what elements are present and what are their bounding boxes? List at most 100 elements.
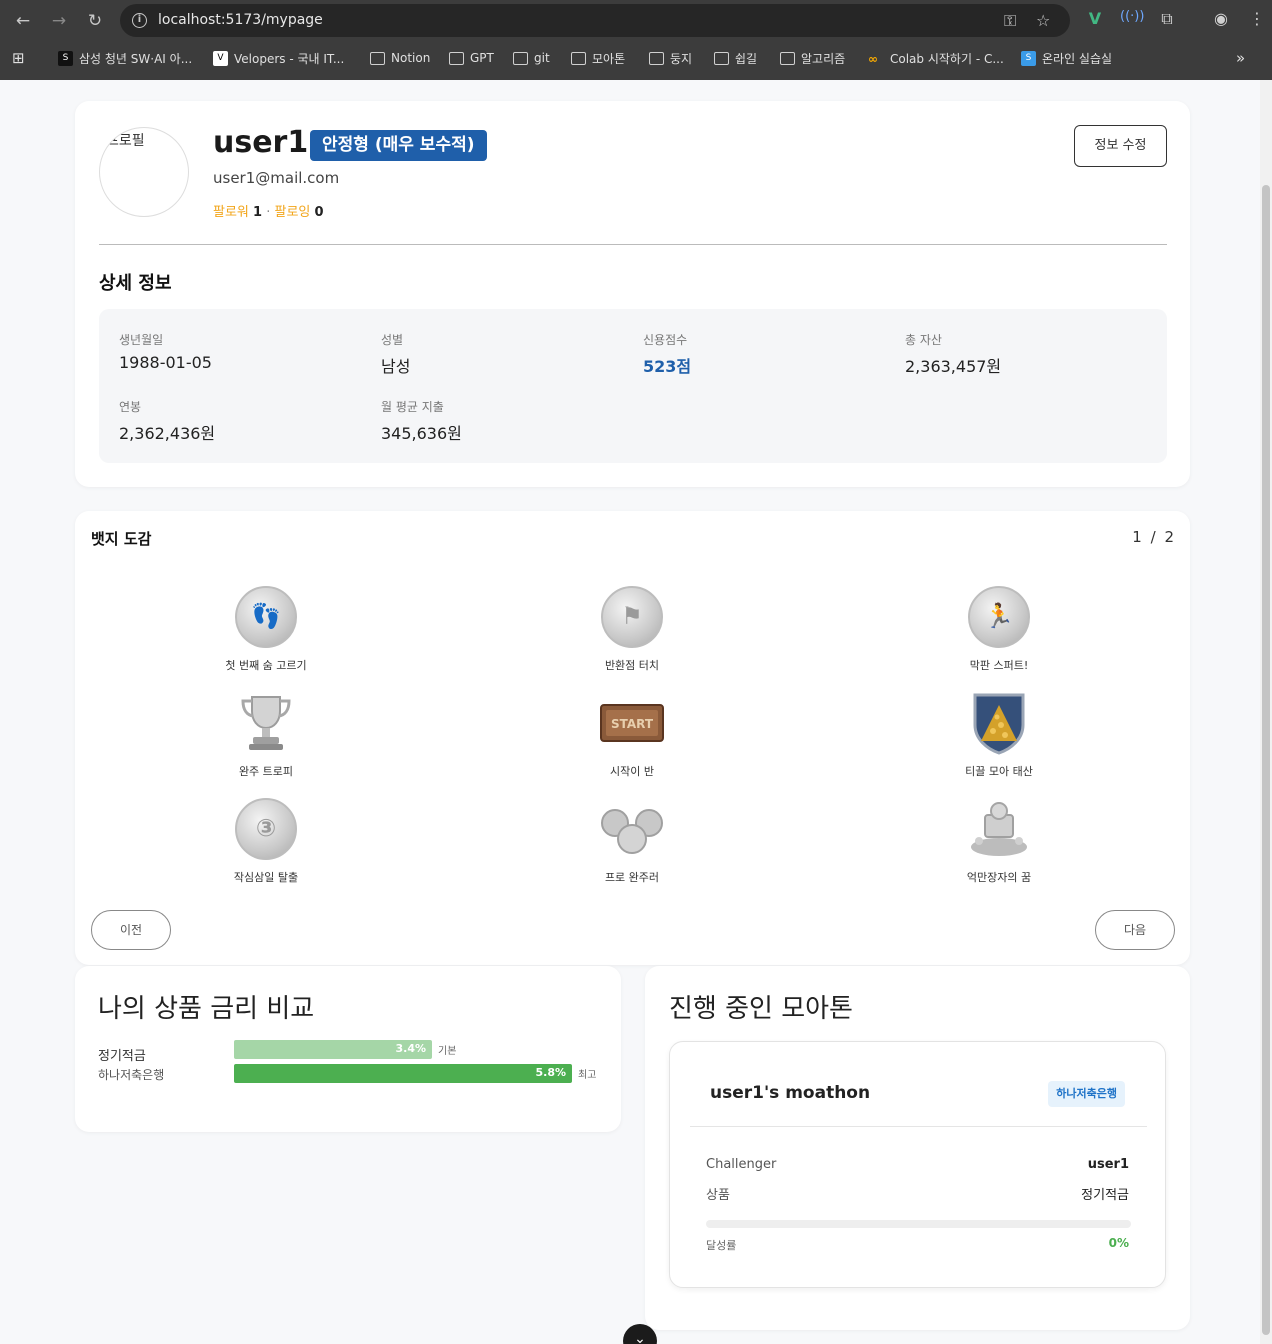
badge-next-button[interactable]: 다음 (1095, 910, 1175, 950)
password-key-icon[interactable]: ⚿ (1004, 11, 1016, 31)
badge-name: 티끌 모아 태산 (965, 765, 1033, 778)
triple-medal-icon (600, 797, 664, 861)
folder-icon (714, 51, 729, 65)
bookmarks-bar: ⊞ S 삼성 청년 SW·AI 아... V Velopers - 국내 IT...… (0, 40, 1272, 76)
badge-item[interactable]: ⚑ 반환점 터치 (552, 585, 712, 673)
badge-prev-button[interactable]: 이전 (91, 910, 171, 950)
badge-page-indicator: 1 / 2 (1132, 528, 1176, 546)
ssafy-favicon: S (58, 50, 73, 66)
badge-item[interactable]: 👣 첫 번째 숨 고르기 (186, 585, 346, 673)
bookmark-item[interactable]: 쉽길 (714, 49, 757, 67)
vue-devtools-icon[interactable]: V (1084, 9, 1106, 28)
moathon-card: 진행 중인 모아톤 user1's moathon 하나저축은행 Challen… (645, 966, 1190, 1330)
bookmark-item[interactable]: S 온라인 실습실 (1021, 49, 1112, 67)
total-assets-value: 2,363,457원 (905, 357, 1002, 376)
ssafy-favicon: S (1021, 50, 1036, 66)
rate-bar-tag: 기본 (438, 1046, 457, 1057)
badge-current-page: 1 (1132, 528, 1144, 546)
risk-type-badge: 안정형 (매우 보수적) (310, 130, 487, 161)
badge-item[interactable]: 억만장자의 꿈 (919, 797, 1079, 885)
badge-item[interactable]: 🏃 막판 스퍼트! (919, 585, 1079, 673)
follow-separator: · (266, 205, 271, 220)
edit-profile-button[interactable]: 정보 수정 (1074, 125, 1167, 167)
colab-favicon: ∞ (868, 51, 878, 66)
badge-item[interactable]: 완주 트로피 (186, 691, 346, 779)
bookmark-item[interactable]: 알고리즘 (780, 49, 845, 67)
folder-icon (571, 51, 586, 65)
extensions-puzzle-icon[interactable]: ⧉ (1156, 9, 1178, 29)
profile-divider (99, 244, 1167, 245)
flag-medal-icon: ⚑ (600, 585, 664, 649)
credit-score-label: 신용점수 (643, 333, 688, 347)
calendar-3-medal-icon: ③ (234, 797, 298, 861)
page-scrollbar[interactable] (1260, 80, 1272, 1344)
salary-value: 2,362,436원 (119, 424, 216, 443)
profile-account-icon[interactable]: ◉ (1210, 9, 1232, 28)
browser-chrome: ← → ↻ i localhost:5173/mypage ⚿ ☆ V ((·)… (0, 0, 1272, 80)
badge-item[interactable]: START 시작이 반 (552, 691, 712, 779)
bookmark-item[interactable]: GPT (449, 49, 494, 67)
site-info-icon[interactable]: i (132, 13, 147, 28)
badge-name: 시작이 반 (610, 765, 654, 778)
footprint-medal-icon: 👣 (234, 585, 298, 649)
badge-collection-title: 뱃지 도감 (91, 530, 152, 548)
progress-label: 달성률 (706, 1239, 737, 1252)
moathon-divider (690, 1126, 1147, 1127)
moathon-name: user1's moathon (710, 1083, 871, 1103)
rate-bar: 5.8% (234, 1064, 572, 1083)
bookmark-item[interactable]: git (513, 49, 550, 67)
bookmark-star-icon[interactable]: ☆ (1036, 11, 1050, 30)
folder-icon (513, 51, 528, 65)
badge-total-pages: 2 (1164, 528, 1176, 546)
moathon-item[interactable]: user1's moathon 하나저축은행 Challenger user1 … (669, 1041, 1166, 1288)
scrollbar-thumb[interactable] (1262, 185, 1270, 1335)
browser-toolbar: ← → ↻ i localhost:5173/mypage ⚿ ☆ V ((·)… (0, 0, 1272, 40)
badge-name: 막판 스퍼트! (969, 659, 1029, 672)
bookmark-item[interactable]: V Velopers - 국내 IT... (213, 49, 344, 67)
credit-score-value: 523점 (643, 357, 692, 376)
address-bar[interactable]: i localhost:5173/mypage ⚿ ☆ (120, 4, 1070, 37)
menu-kebab-icon[interactable]: ⋮ (1246, 9, 1268, 28)
badge-item[interactable]: ③ 작심삼일 탈출 (186, 797, 346, 885)
moathon-progress-track (706, 1220, 1131, 1228)
coin-mountain-shield-icon (967, 691, 1031, 755)
monthly-spending-value: 345,636원 (381, 424, 462, 443)
product-value: 정기적금 (1081, 1188, 1129, 1203)
rate-bar-value: 3.4% (395, 1042, 426, 1055)
badge-item[interactable]: 티끌 모아 태산 (919, 691, 1079, 779)
badge-name: 작심삼일 탈출 (233, 871, 299, 884)
badge-item[interactable]: 프로 완주러 (552, 797, 712, 885)
apps-grid-icon[interactable]: ⊞ (12, 49, 25, 67)
following-link[interactable]: 팔로잉 0 (275, 205, 324, 220)
badge-name: 완주 트로피 (238, 765, 294, 778)
bookmark-item[interactable]: S 삼성 청년 SW·AI 아... (58, 49, 192, 67)
folder-icon (370, 51, 385, 65)
bookmark-item[interactable]: 모아톤 (571, 49, 625, 67)
follow-stats: 팔로워 1 · 팔로잉 0 (213, 201, 324, 220)
rate-bank-name: 하나저축은행 (98, 1068, 165, 1082)
follower-link[interactable]: 팔로워 1 (213, 205, 262, 220)
avatar-alt-text: 프로필 (106, 133, 145, 149)
bookmark-item[interactable]: Notion (370, 49, 430, 67)
runner-medal-icon: 🏃 (967, 585, 1031, 649)
bookmark-item[interactable]: ∞ Colab 시작하기 - C... (868, 49, 1004, 67)
forward-arrow-icon[interactable]: → (46, 8, 72, 34)
treasure-pile-icon (967, 797, 1031, 861)
username: user1 (213, 125, 309, 160)
total-assets-label: 총 자산 (905, 333, 942, 347)
start-plaque-icon: START (600, 691, 664, 755)
avatar: 프로필 (99, 127, 189, 217)
salary-label: 연봉 (119, 400, 142, 414)
bookmark-item[interactable]: 둥지 (649, 49, 692, 67)
badge-page-separator: / (1150, 528, 1158, 546)
details-box: 생년월일 1988-01-05 성별 남성 신용점수 523점 총 자산 2,3… (99, 309, 1167, 463)
back-arrow-icon[interactable]: ← (10, 8, 36, 34)
rate-compare-title: 나의 상품 금리 비교 (98, 994, 315, 1024)
reload-icon[interactable]: ↻ (82, 8, 108, 34)
trophy-icon (234, 691, 298, 755)
user-email: user1@mail.com (213, 169, 340, 187)
rate-product-name: 정기적금 (98, 1049, 146, 1064)
extension-icon[interactable]: ((·)) (1120, 9, 1144, 24)
folder-icon (449, 51, 464, 65)
more-bookmarks-icon[interactable]: » (1236, 49, 1245, 67)
